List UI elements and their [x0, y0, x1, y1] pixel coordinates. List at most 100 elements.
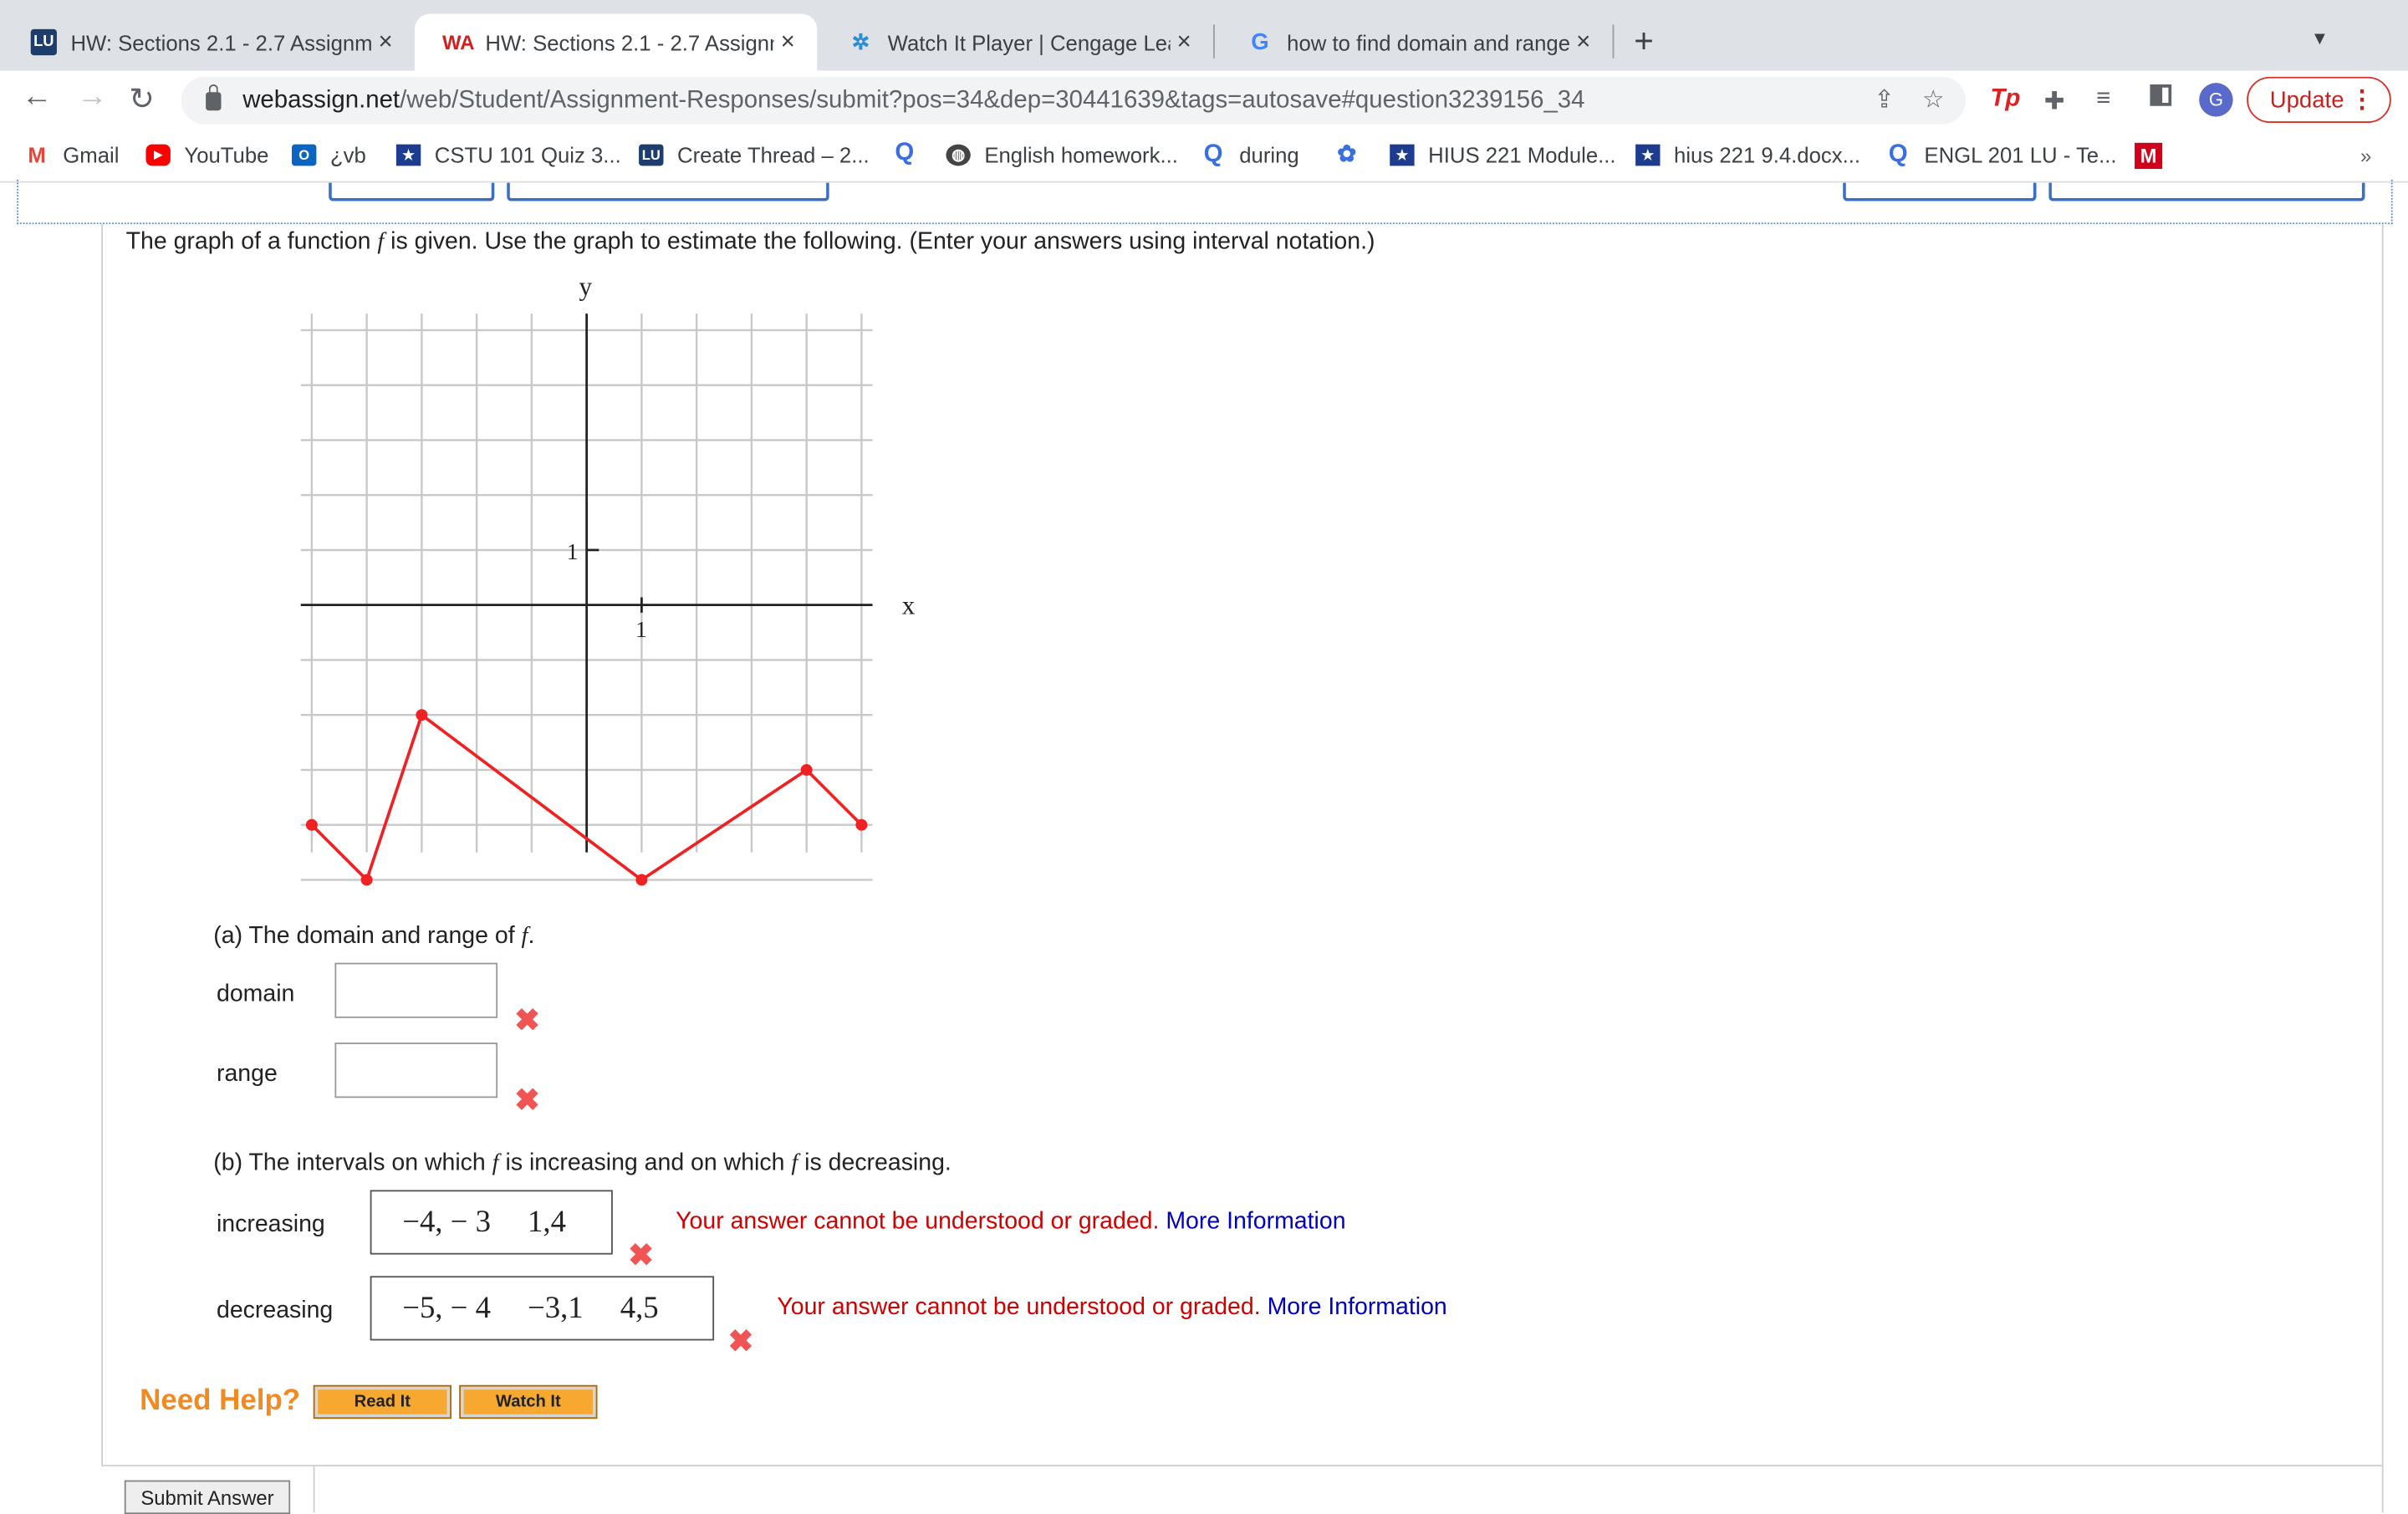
data-point: [800, 763, 813, 776]
star-badge-icon: ★: [1390, 144, 1415, 166]
bookmark-gmail[interactable]: M Gmail: [24, 143, 119, 167]
range-label: range: [216, 1061, 278, 1088]
data-point: [360, 874, 373, 886]
question-tool-button[interactable]: [1843, 182, 2037, 201]
data-point: [416, 709, 428, 721]
interval-entry: 4,5: [620, 1290, 659, 1325]
bookmark-create-thread[interactable]: LU Create Thread – 2...: [639, 143, 870, 167]
side-panel-icon[interactable]: [2150, 84, 2172, 106]
url-path: /web/Student/Assignment-Responses/submit…: [400, 86, 1585, 114]
data-point: [635, 874, 648, 886]
star-badge-icon: ★: [395, 144, 421, 166]
kebab-menu-icon[interactable]: ⋮: [2349, 84, 2374, 115]
search-q-icon: Q: [1203, 140, 1223, 168]
interval-entry: 1,4: [528, 1204, 566, 1239]
tab-title: HW: Sections 2.1 - 2.7 Assignm: [485, 29, 774, 55]
webassign-icon: WA: [442, 30, 475, 54]
close-icon[interactable]: ×: [371, 28, 399, 56]
bookmark-star-icon[interactable]: ☆: [1922, 84, 1944, 115]
part-a-label: (a) The domain and range of f.: [213, 923, 534, 951]
error-text: Your answer cannot be understood or grad…: [777, 1294, 1261, 1321]
bookmark-label: during: [1239, 142, 1299, 168]
bookmark-youtube[interactable]: ▶ YouTube: [145, 143, 268, 167]
tab-search-icon[interactable]: ▾: [2314, 24, 2325, 50]
increasing-answer-field[interactable]: −4, − 3 1,4: [370, 1190, 613, 1255]
more-information-link[interactable]: More Information: [1268, 1294, 1447, 1320]
range-input[interactable]: [334, 1042, 498, 1099]
update-button[interactable]: Update ⋮: [2247, 76, 2391, 123]
gear-icon: ✿: [1337, 140, 1357, 168]
reload-icon[interactable]: ↻: [129, 80, 155, 119]
interval-entry: −5, − 4: [402, 1290, 491, 1325]
bookmarks-overflow-icon[interactable]: »: [2360, 145, 2371, 168]
bookmark-m[interactable]: M: [2135, 142, 2176, 170]
bookmark-hius-module[interactable]: ★ HIUS 221 Module...: [1390, 142, 1616, 168]
back-arrow-icon[interactable]: ←: [22, 80, 53, 115]
part-b-label: (b) The intervals on which f is increasi…: [213, 1150, 951, 1178]
tp-extension-icon[interactable]: Tp: [1990, 86, 2020, 114]
address-bar[interactable]: webassign.net/web/Student/Assignment-Res…: [181, 76, 1967, 125]
bookmark-vb[interactable]: O ¿vb: [291, 143, 366, 167]
close-icon[interactable]: ×: [1171, 28, 1198, 56]
bookmark-label: Create Thread – 2...: [677, 142, 870, 168]
youtube-icon: ▶: [145, 144, 171, 166]
tab-hw-1[interactable]: LU HW: Sections 2.1 - 2.7 Assignm ×: [0, 14, 415, 71]
bookmark-label: Gmail: [63, 142, 120, 168]
tab-google-search[interactable]: G how to find domain and range o ×: [1217, 14, 1613, 71]
tab-watch-it[interactable]: ✲ Watch It Player | Cengage Lear ×: [817, 14, 1213, 71]
graph-axes: [300, 314, 873, 853]
forward-arrow-icon[interactable]: →: [77, 80, 108, 115]
new-tab-button[interactable]: +: [1634, 22, 1654, 62]
bookmark-engl[interactable]: Q ENGL 201 LU - Te...: [1886, 141, 2117, 167]
bookmark-english-homework[interactable]: ◍ English homework...: [946, 142, 1178, 168]
bookmark-gear[interactable]: ✿: [1334, 140, 1373, 168]
lu-icon: LU: [639, 144, 664, 166]
bookmark-label: HIUS 221 Module...: [1428, 142, 1616, 168]
increasing-error-message: Your answer cannot be understood or grad…: [676, 1209, 1345, 1236]
share-icon[interactable]: ⇪: [1874, 84, 1895, 115]
extensions-puzzle-icon[interactable]: ✚: [2044, 86, 2065, 117]
tab-title: HW: Sections 2.1 - 2.7 Assignm: [70, 29, 372, 55]
tab-hw-2[interactable]: WA HW: Sections 2.1 - 2.7 Assignm ×: [414, 13, 818, 71]
decreasing-label: decreasing: [216, 1297, 334, 1324]
close-icon[interactable]: ×: [774, 28, 802, 56]
tab-strip: LU HW: Sections 2.1 - 2.7 Assignm × WA H…: [0, 0, 2408, 71]
watch-it-button[interactable]: Watch It: [459, 1384, 598, 1420]
reading-list-icon[interactable]: ≡: [2096, 86, 2110, 114]
part-b-text: is increasing and on which: [498, 1150, 792, 1176]
bookmark-during[interactable]: Q during: [1201, 140, 1299, 168]
m-icon: M: [2135, 142, 2163, 170]
lock-icon: [206, 84, 222, 110]
question-tool-button[interactable]: [2048, 182, 2365, 201]
x-axis-label: x: [902, 591, 916, 620]
read-it-button[interactable]: Read It: [313, 1384, 452, 1420]
tab-separator: [1612, 24, 1615, 59]
cengage-icon: ✲: [851, 28, 870, 54]
domain-label: domain: [216, 981, 295, 1007]
bookmark-label: CSTU 101 Quiz 3...: [434, 142, 621, 168]
bookmark-label: hius 221 9.4.docx...: [1674, 142, 1861, 168]
decreasing-answer-field[interactable]: −5, − 4 −3,1 4,5: [370, 1276, 715, 1341]
question-tool-button[interactable]: [507, 182, 829, 201]
y-axis-label: y: [579, 275, 592, 301]
page-content: The graph of a function f is given. Use …: [0, 179, 2408, 1514]
interval-entry: −3,1: [528, 1290, 584, 1325]
update-label: Update: [2269, 86, 2344, 114]
more-information-link[interactable]: More Information: [1166, 1209, 1345, 1235]
bookmark-q-1[interactable]: Q: [892, 140, 931, 166]
domain-input[interactable]: [334, 962, 498, 1018]
profile-avatar[interactable]: G: [2199, 83, 2233, 117]
increasing-label: increasing: [216, 1211, 325, 1238]
question-tool-button[interactable]: [329, 182, 495, 201]
prompt-text: is given. Use the graph to estimate the …: [384, 228, 1375, 255]
question-prompt: The graph of a function f is given. Use …: [126, 229, 1375, 257]
close-icon[interactable]: ×: [1569, 28, 1597, 56]
part-a-text: .: [528, 922, 535, 950]
function-symbol: f: [791, 1150, 798, 1176]
bookmark-label: English homework...: [984, 142, 1178, 168]
part-b-text: (b) The intervals on which: [213, 1150, 492, 1176]
bookmark-hius-docx[interactable]: ★ hius 221 9.4.docx...: [1635, 143, 1860, 167]
bookmark-cstu[interactable]: ★ CSTU 101 Quiz 3...: [395, 142, 621, 168]
prompt-text: The graph of a function: [125, 228, 378, 255]
submit-answer-button[interactable]: Submit Answer: [124, 1480, 291, 1514]
